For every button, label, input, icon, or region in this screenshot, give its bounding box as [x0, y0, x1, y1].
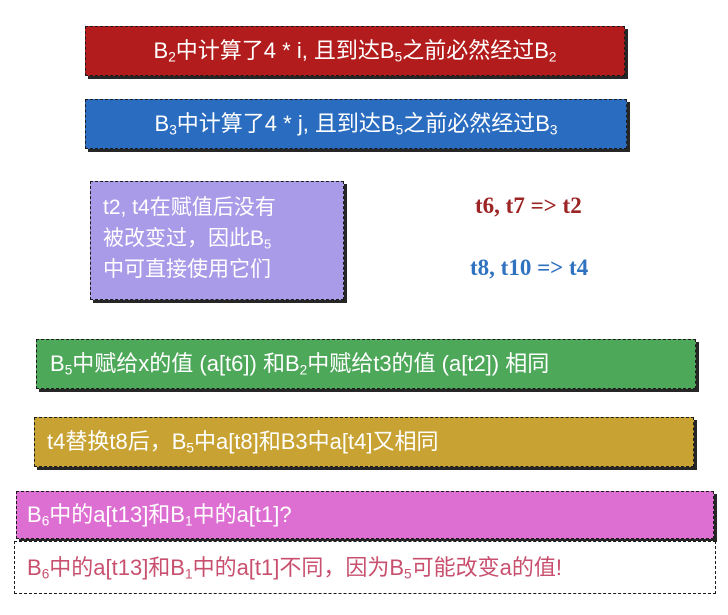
t6-t7-to-t2-note: t6, t7 => t2	[475, 193, 582, 218]
t2-t4-unchanged-text: t2, t4在赋值后没有 被改变过，因此B5 中可直接使用它们	[103, 196, 276, 281]
t8-t10-to-t4-note: t8, t10 => t4	[470, 255, 589, 280]
t4-replaces-t8-text: t4替换t8后，B5中a[t8]和B3中a[t4]又相同	[47, 429, 439, 456]
t2-t4-unchanged-box: t2, t4在赋值后没有 被改变过，因此B5 中可直接使用它们	[90, 181, 344, 300]
b5-b2-same-value-text: B5中赋给x的值 (a[t6]) 和B2中赋给t3的值 (a[t2]) 相同	[50, 351, 550, 378]
b6-b1-answer-box: B6中的a[t13]和B1中的a[t1]不同，因为B5可能改变a的值!	[14, 541, 716, 594]
b5-b2-same-value-box: B5中赋给x的值 (a[t6]) 和B2中赋给t3的值 (a[t2]) 相同	[36, 339, 696, 389]
b6-b1-question-box: B6中的a[t13]和B1中的a[t1]?	[16, 491, 714, 539]
b6-b1-question-text: B6中的a[t13]和B1中的a[t1]?	[27, 502, 292, 529]
b6-b1-answer-text: B6中的a[t13]和B1中的a[t1]不同，因为B5可能改变a的值!	[27, 554, 562, 582]
b2-computes-4i-box: B2中计算了4 * i, 且到达B5之前必然经过B2	[85, 26, 625, 76]
t4-replaces-t8-box: t4替换t8后，B5中a[t8]和B3中a[t4]又相同	[34, 417, 694, 467]
b2-computes-4i-text: B2中计算了4 * i, 且到达B5之前必然经过B2	[153, 38, 557, 65]
b3-computes-4j-text: B3中计算了4 * j, 且到达B5之前必然经过B3	[154, 111, 558, 138]
b3-computes-4j-box: B3中计算了4 * j, 且到达B5之前必然经过B3	[85, 99, 627, 149]
